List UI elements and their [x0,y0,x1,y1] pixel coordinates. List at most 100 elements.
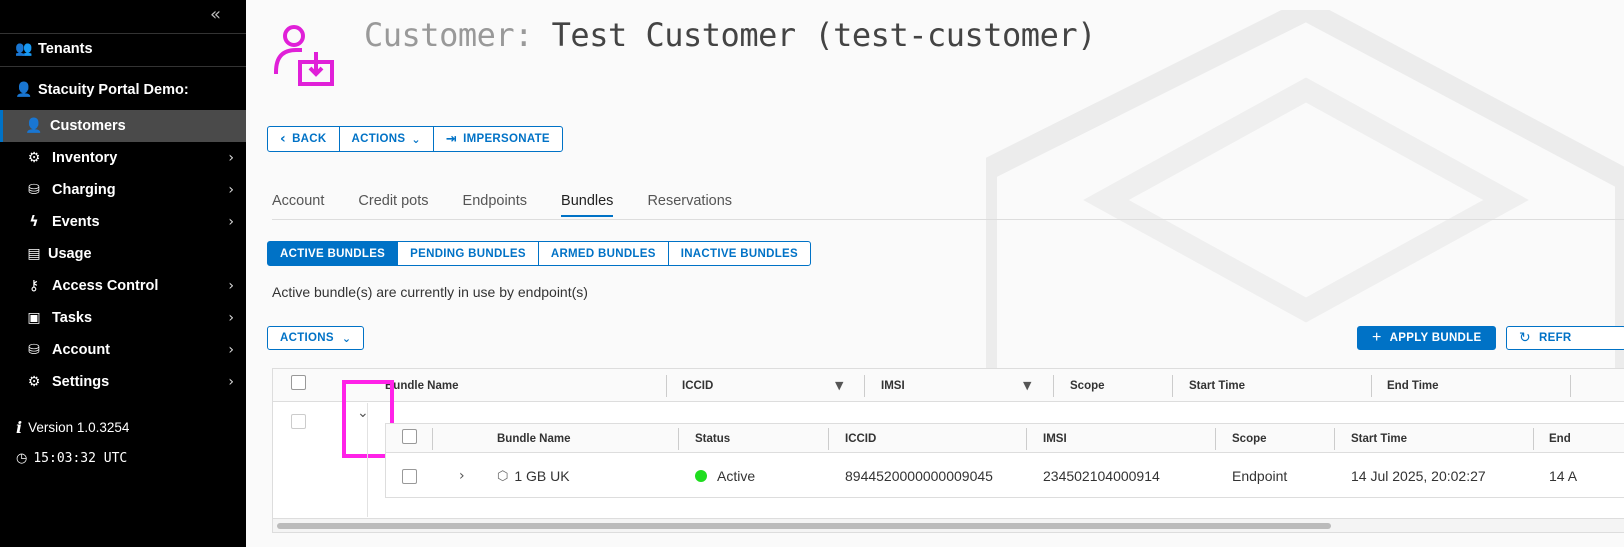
armed-bundles-button[interactable]: ARMED BUNDLES [539,242,669,265]
sidebar-item-label: Customers [50,118,126,134]
detail-column-header-bundle-name[interactable]: Bundle Name [497,424,571,453]
refresh-label: REFR [1539,332,1572,344]
chevron-down-icon: ⌄ [411,132,421,146]
chevron-right-icon: › [228,342,234,358]
page-title: Customer: Test Customer (test-customer) [364,16,1096,54]
tab-endpoints[interactable]: Endpoints [463,193,528,217]
chevron-right-icon: › [228,278,234,294]
pending-bundles-button[interactable]: PENDING BUNDLES [398,242,539,265]
active-bundles-button[interactable]: ACTIVE BUNDLES [268,242,399,265]
sidebar-item-tenants[interactable]: 👥 Tenants [0,33,246,65]
inactive-bundles-button[interactable]: INACTIVE BUNDLES [669,242,810,265]
inventory-icon: ⚙ [27,150,41,166]
sidebar-item-access-control[interactable]: ⚷ Access Control › [0,270,246,302]
tenants-icon: 👥 [15,41,33,57]
sidebar-item-label: Events [52,214,100,230]
collapse-sidebar-icon[interactable]: « [210,4,221,25]
column-separator[interactable] [432,428,433,450]
actions-button[interactable]: ACTIONS ⌄ [340,127,434,151]
detail-select-all-checkbox[interactable] [402,429,417,444]
charging-icon: ⛁ [28,182,40,198]
detail-row-checkbox[interactable] [402,469,417,484]
column-separator[interactable] [1026,428,1027,450]
grid-header: Bundle Name ICCID ▼ IMSI ▼ Scope Start T… [273,369,1624,402]
expand-detail-chevron-icon[interactable]: › [459,462,465,490]
sidebar-item-settings[interactable]: ⚙ Settings › [0,366,246,398]
detail-column-header-start-time[interactable]: Start Time [1351,424,1407,453]
actions-label: ACTIONS [351,133,406,145]
detail-column-header-end[interactable]: End [1549,424,1571,453]
column-separator[interactable] [1334,428,1335,450]
row-checkbox[interactable] [291,414,306,429]
column-separator[interactable] [1172,375,1173,397]
start-time-cell: 14 Jul 2025, 20:02:27 [1351,468,1486,484]
column-header-bundle-name[interactable]: Bundle Name [385,369,459,402]
column-header-end-time[interactable]: End Time [1387,369,1439,402]
column-separator[interactable] [666,375,667,397]
column-separator[interactable] [828,428,829,450]
sidebar-item-label: Tenants [38,41,93,57]
column-separator[interactable] [1533,428,1534,450]
gear-icon: ⚙ [27,374,41,390]
column-separator[interactable] [1215,428,1216,450]
filter-icon[interactable]: ▼ [1023,379,1031,392]
sidebar-item-label: Account [52,342,110,358]
main-content: Customer: Test Customer (test-customer) … [246,0,1624,547]
toolbar: ‹ BACK ACTIONS ⌄ ⇥ IMPERSONATE [267,126,563,152]
tab-account[interactable]: Account [272,193,324,217]
bundles-grid: Bundle Name ICCID ▼ IMSI ▼ Scope Start T… [272,368,1624,533]
apply-bundle-button[interactable]: + APPLY BUNDLE [1357,326,1497,350]
refresh-button[interactable]: ↻ REFR [1506,326,1624,350]
column-separator[interactable] [1570,375,1571,397]
org-user-icon: 👤 [15,82,33,98]
iccid-cell: 8944520000000009045 [845,468,993,484]
tab-bundles[interactable]: Bundles [561,193,614,217]
sidebar-item-label: Inventory [52,150,118,166]
sidebar-item-events[interactable]: ϟ Events › [0,206,246,238]
status-value: Active [717,468,756,484]
sidebar-org-heading: 👤 Stacuity Portal Demo: [0,74,246,106]
column-header-start-time[interactable]: Start Time [1189,369,1245,402]
horizontal-scrollbar[interactable] [273,518,1624,532]
detail-column-header-status[interactable]: Status [695,424,730,453]
column-header-iccid[interactable]: ICCID [682,369,713,402]
select-all-checkbox[interactable] [291,375,306,390]
clock-icon: ◷ [16,451,28,466]
sidebar: « 👥 Tenants 👤 Stacuity Portal Demo: 👤 Cu… [0,0,246,547]
imsi-cell: 234502104000914 [1043,468,1160,484]
sidebar-item-label: Charging [52,182,116,198]
customer-card-icon [274,25,334,86]
tab-reservations[interactable]: Reservations [647,193,732,217]
chevron-right-icon: › [228,214,234,230]
detail-column-header-imsi[interactable]: IMSI [1043,424,1067,453]
column-separator[interactable] [1371,375,1372,397]
sidebar-item-account[interactable]: ⛁ Account › [0,334,246,366]
back-button[interactable]: ‹ BACK [268,127,340,151]
sidebar-item-customers[interactable]: 👤 Customers [0,110,246,142]
tab-credit-pots[interactable]: Credit pots [358,193,428,217]
grid-actions-button[interactable]: ACTIONS ⌄ [267,326,365,350]
chevron-right-icon: › [228,150,234,166]
detail-column-header-iccid[interactable]: ICCID [845,424,876,453]
sidebar-item-usage[interactable]: ▤ Usage [0,238,246,270]
account-icon: ⛁ [28,342,40,358]
column-header-scope[interactable]: Scope [1070,369,1105,402]
column-separator[interactable] [678,428,679,450]
chevron-left-icon: ‹ [280,131,287,147]
impersonate-button[interactable]: ⇥ IMPERSONATE [434,127,562,151]
sidebar-org-label: Stacuity Portal Demo: [38,82,189,98]
filter-icon[interactable]: ▼ [835,379,843,392]
sidebar-item-inventory[interactable]: ⚙ Inventory › [0,142,246,174]
chevron-right-icon: › [228,310,234,326]
chevron-right-icon: › [228,374,234,390]
scrollbar-thumb[interactable] [277,523,1331,529]
bundle-filter-group: ACTIVE BUNDLES PENDING BUNDLES ARMED BUN… [267,241,811,266]
column-separator[interactable] [1053,375,1054,397]
column-separator[interactable] [864,375,865,397]
detail-column-header-scope[interactable]: Scope [1232,424,1267,453]
sidebar-item-tasks[interactable]: ▣ Tasks › [0,302,246,334]
sidebar-item-charging[interactable]: ⛁ Charging › [0,174,246,206]
status-cell: Active [695,462,755,490]
divider [0,66,246,67]
column-header-imsi[interactable]: IMSI [881,369,905,402]
